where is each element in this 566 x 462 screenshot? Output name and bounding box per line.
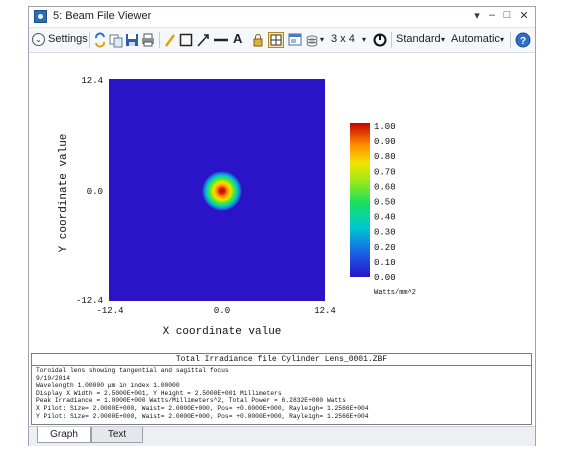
text-tool-icon[interactable]: A bbox=[233, 31, 242, 47]
print-icon[interactable] bbox=[141, 32, 155, 48]
info-line-y-pilot: Y Pilot: Size= 2.0000E+000, Waist= 2.000… bbox=[36, 412, 369, 420]
irradiance-plot: 1.00 0.90 0.80 0.70 0.60 0.50 0.40 0.30 0.20 0.10… bbox=[58, 76, 416, 338]
pencil-icon[interactable] bbox=[164, 32, 176, 48]
beam-file-viewer-window: 5: Beam File Viewer ▾ – □ ✕ ⌄ Settings A… bbox=[28, 6, 536, 446]
help-icon[interactable]: ? bbox=[515, 32, 531, 48]
info-lines: Toroidal lens showing tangential and sag… bbox=[36, 367, 369, 420]
layers-icon[interactable] bbox=[305, 32, 319, 48]
info-line-peak-irradiance: Peak Irradiance = 1.0000E+000 Watts/Mill… bbox=[36, 397, 346, 405]
x-tick-middle: 0.0 bbox=[214, 306, 230, 316]
copy-icon[interactable] bbox=[109, 32, 123, 48]
chevron-down-icon: ▾ bbox=[362, 35, 367, 44]
colorbar-tick-label: 0.10 bbox=[374, 258, 396, 268]
colorbar bbox=[350, 123, 370, 277]
layers-dropdown-caret[interactable]: ▾ bbox=[320, 35, 324, 51]
y-tick-bottom: -12.4 bbox=[76, 296, 103, 306]
toolbar-separator bbox=[89, 32, 90, 48]
info-divider bbox=[32, 365, 531, 366]
colorbar-tick-label: 0.90 bbox=[374, 137, 396, 147]
colorbar-tick-label: 0.80 bbox=[374, 152, 396, 162]
info-panel: Total Irradiance file Cylinder Lens_0001… bbox=[31, 353, 532, 425]
layout-dropdown-label: 3 x 4 bbox=[331, 33, 355, 45]
info-line-x-pilot: X Pilot: Size= 2.0000E+000, Waist= 2.000… bbox=[36, 404, 369, 412]
plot-area: 1.00 0.90 0.80 0.70 0.60 0.50 0.40 0.30 0.20 0.10… bbox=[29, 53, 535, 355]
refresh-icon[interactable] bbox=[93, 32, 107, 48]
chevron-down-icon: ⌄ bbox=[32, 33, 45, 46]
toolbar-separator bbox=[391, 32, 392, 48]
chevron-down-icon: ▾ bbox=[441, 35, 446, 44]
maximize-button[interactable]: □ bbox=[500, 9, 514, 21]
colorbar-ticks: 1.00 0.90 0.80 0.70 0.60 0.50 0.40 0.30 0.20 0.10… bbox=[374, 122, 396, 283]
save-icon[interactable] bbox=[125, 32, 139, 48]
window-title: 5: Beam File Viewer bbox=[53, 10, 152, 22]
title-bar: 5: Beam File Viewer ▾ – □ ✕ bbox=[29, 7, 535, 28]
minimize-button[interactable]: – bbox=[485, 9, 499, 21]
colorbar-tick-label: 0.40 bbox=[374, 213, 396, 223]
info-line-wavelength: Wavelength 1.00000 µm in index 1.00000 bbox=[36, 382, 180, 390]
colorbar-unit: Watts/mm^2 bbox=[374, 288, 416, 297]
info-line-description: Toroidal lens showing tangential and sag… bbox=[36, 367, 229, 374]
colorbar-tick-label: 0.30 bbox=[374, 228, 396, 238]
rectangle-icon[interactable] bbox=[179, 32, 193, 48]
toolbar-separator bbox=[510, 32, 511, 48]
y-axis-label: Y coordinate value bbox=[58, 134, 70, 253]
settings-label: Settings bbox=[48, 33, 88, 45]
colorbar-tick-label: 1.00 bbox=[374, 122, 396, 132]
x-axis-label: X coordinate value bbox=[163, 326, 282, 338]
chevron-down-icon: ▾ bbox=[500, 35, 505, 44]
window-layout-icon[interactable] bbox=[288, 32, 302, 48]
x-tick-left: -12.4 bbox=[96, 306, 123, 316]
x-tick-right: 12.4 bbox=[314, 306, 336, 316]
info-title: Total Irradiance file Cylinder Lens_0001… bbox=[175, 355, 388, 364]
standard-dropdown-label: Standard bbox=[396, 33, 441, 45]
colorbar-tick-label: 0.50 bbox=[374, 198, 396, 208]
lock-icon[interactable] bbox=[252, 32, 264, 48]
tab-text[interactable]: Text bbox=[91, 427, 143, 443]
toolbar-separator bbox=[159, 32, 160, 48]
app-icon bbox=[34, 10, 47, 23]
colorbar-tick-label: 0.60 bbox=[374, 182, 396, 192]
colorbar-tick-label: 0.00 bbox=[374, 273, 396, 283]
toolbar: ⌄ Settings A ▾ 3 x 4 ▾ Standard ▾ Automa… bbox=[29, 28, 535, 53]
auto-update-icon[interactable] bbox=[373, 32, 387, 48]
line-icon[interactable] bbox=[213, 32, 229, 48]
colorbar-tick-label: 0.70 bbox=[374, 167, 396, 177]
window-menu-button[interactable]: ▾ bbox=[470, 9, 484, 22]
close-button[interactable]: ✕ bbox=[517, 9, 531, 22]
colorbar-tick-label: 0.20 bbox=[374, 243, 396, 253]
grid-layout-icon[interactable] bbox=[268, 32, 284, 48]
automatic-dropdown-label: Automatic bbox=[451, 33, 500, 45]
svg-text:?: ? bbox=[520, 36, 526, 47]
tab-graph[interactable]: Graph bbox=[37, 427, 91, 443]
tab-bar: Graph Text bbox=[29, 426, 535, 446]
arrow-icon[interactable] bbox=[196, 32, 210, 48]
beam-spot bbox=[202, 171, 242, 211]
y-tick-middle: 0.0 bbox=[87, 187, 103, 197]
y-tick-top: 12.4 bbox=[81, 76, 103, 86]
info-line-date: 9/19/2014 bbox=[36, 374, 71, 382]
